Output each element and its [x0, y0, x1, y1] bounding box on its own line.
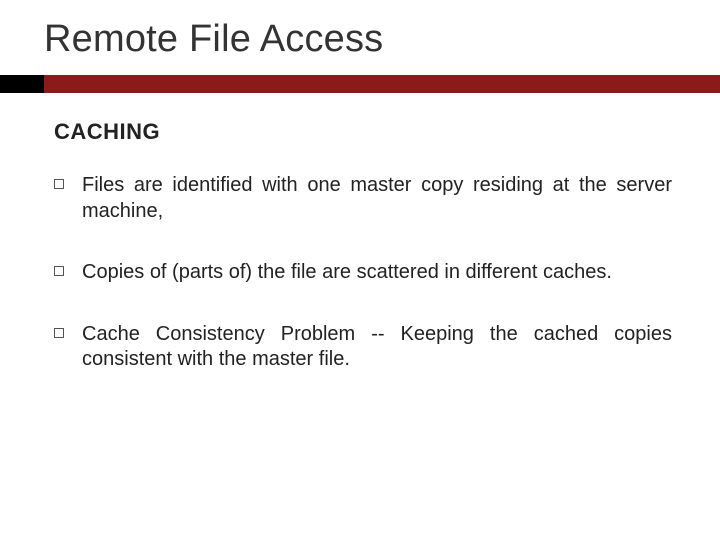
- bullet-text: Cache Consistency Problem -- Keeping the…: [82, 323, 672, 371]
- content-area: CACHING Files are identified with one ma…: [0, 93, 720, 373]
- bullet-text: Copies of (parts of) the file are scatte…: [82, 261, 612, 283]
- square-bullet-icon: [54, 179, 64, 189]
- slide: Remote File Access CACHING Files are ide…: [0, 0, 720, 540]
- slide-title: Remote File Access: [44, 18, 720, 61]
- square-bullet-icon: [54, 328, 64, 338]
- title-area: Remote File Access: [0, 0, 720, 61]
- accent-bar-left: [0, 75, 44, 93]
- accent-bar: [0, 75, 720, 93]
- bullet-list: Files are identified with one master cop…: [54, 173, 672, 373]
- section-heading: CACHING: [54, 119, 672, 145]
- bullet-text: Files are identified with one master cop…: [82, 174, 672, 222]
- bullet-item: Files are identified with one master cop…: [54, 173, 672, 224]
- bullet-item: Cache Consistency Problem -- Keeping the…: [54, 322, 672, 373]
- square-bullet-icon: [54, 266, 64, 276]
- bullet-item: Copies of (parts of) the file are scatte…: [54, 260, 672, 286]
- accent-bar-right: [44, 75, 720, 93]
